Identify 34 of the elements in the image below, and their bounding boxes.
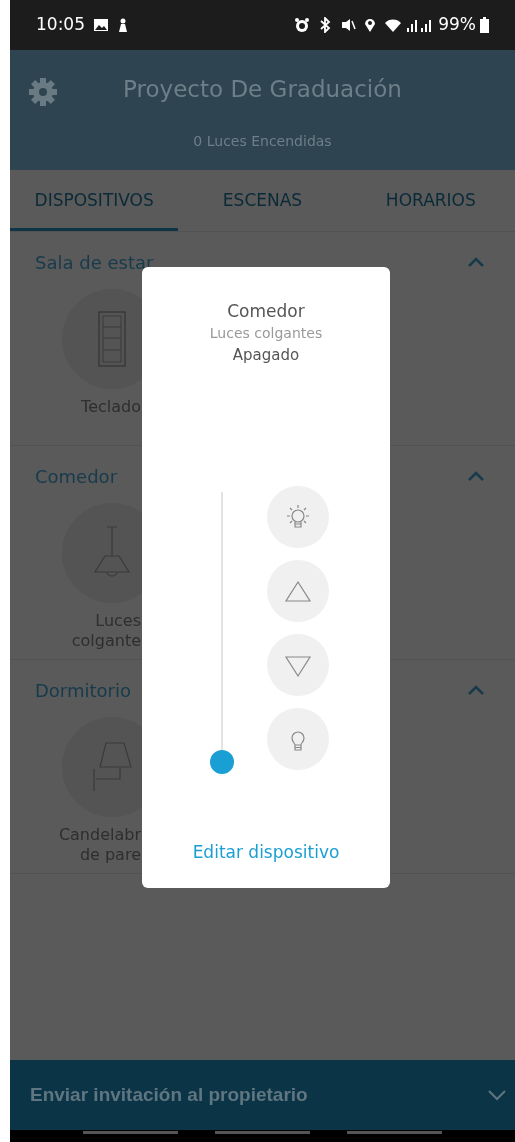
- nav-bar-handle[interactable]: [215, 1131, 310, 1134]
- chevron-down-icon[interactable]: [487, 1089, 507, 1101]
- mute-icon: [340, 17, 357, 33]
- room-title: Sala de estar: [35, 250, 155, 275]
- chevron-up-icon[interactable]: [467, 256, 485, 268]
- settings-icon[interactable]: [28, 77, 58, 107]
- battery-icon: [480, 17, 489, 33]
- nav-bar-handle[interactable]: [346, 1131, 442, 1134]
- dialog-device: Luces colgantes: [209, 324, 323, 343]
- room-title: Dormitorio: [35, 678, 132, 703]
- bluetooth-icon: [318, 17, 333, 33]
- dialog-state: Apagado: [232, 345, 300, 366]
- chevron-up-icon[interactable]: [467, 470, 485, 482]
- slider-thumb[interactable]: [210, 750, 234, 774]
- tab[interactable]: ESCENAS: [178, 170, 347, 231]
- wifi-icon: [384, 17, 403, 33]
- dialog-room: Comedor: [227, 300, 305, 322]
- tab[interactable]: DISPOSITIVOS: [10, 170, 179, 231]
- battery-percentage: 99%: [438, 13, 476, 37]
- tab[interactable]: HORARIOS: [346, 170, 515, 231]
- alarm-icon: [294, 17, 311, 33]
- edit-device-link[interactable]: Editar dispositivo: [192, 840, 340, 866]
- wall-lamp-icon: [90, 741, 134, 793]
- location-icon: [364, 17, 377, 33]
- chevron-up-icon[interactable]: [467, 684, 485, 696]
- room-title: Comedor: [35, 464, 119, 489]
- nav-bar-handle[interactable]: [83, 1131, 179, 1134]
- keypad-icon: [98, 311, 126, 367]
- pendant-lamp-icon: [93, 526, 131, 580]
- project-title: Proyecto De Graduación: [123, 75, 402, 104]
- gallery-icon: [93, 18, 109, 32]
- person-icon: [117, 17, 129, 33]
- status-time: 10:05: [36, 13, 85, 37]
- lights-on-count: 0 Luces Encendidas: [193, 131, 332, 151]
